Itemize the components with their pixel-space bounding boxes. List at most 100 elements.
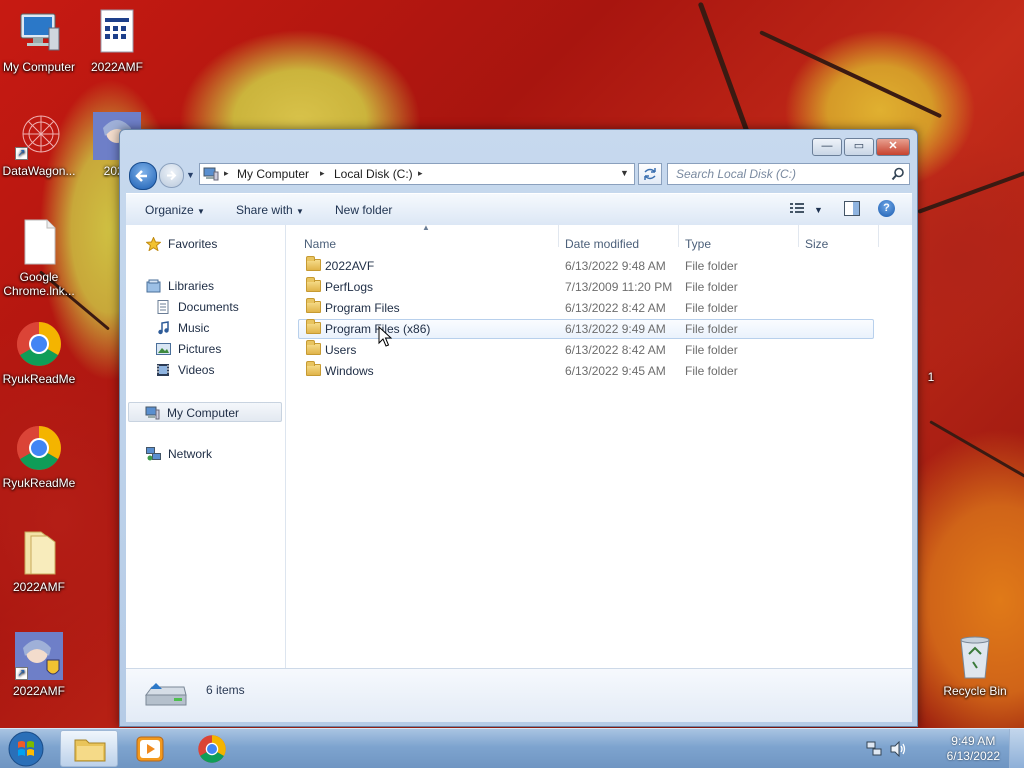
folder-icon	[306, 319, 321, 334]
recent-pages-dropdown-icon[interactable]: ▼	[186, 170, 195, 180]
explorer-window: — ▭ ✕ ▼ ▸ My Computer ▸ Local Disk (C:) …	[119, 129, 918, 727]
file-type: File folder	[685, 364, 738, 378]
system-clock[interactable]: 9:49 AM 6/13/2022	[947, 734, 1000, 764]
computer-icon	[203, 167, 219, 181]
refresh-button[interactable]	[638, 163, 662, 185]
start-button[interactable]	[6, 730, 46, 767]
desktop-icon-ryukreadme-2[interactable]: RyukReadMe	[0, 424, 78, 490]
desktop-icon-recycle-bin[interactable]: Recycle Bin	[936, 632, 1014, 698]
desktop-icon-my-computer[interactable]: My Computer	[0, 8, 78, 74]
new-folder-button[interactable]: New folder	[335, 203, 392, 217]
file-row[interactable]: Program Files 6/13/2022 8:42 AM File fol…	[298, 298, 874, 318]
media-player-icon	[136, 736, 164, 762]
file-type: File folder	[685, 343, 738, 357]
chevron-down-icon: ▼	[296, 207, 304, 216]
taskbar-explorer-button[interactable]	[60, 730, 118, 767]
navigation-pane: Favorites Libraries Documents Music Pict…	[126, 225, 286, 668]
nav-label: Favorites	[168, 237, 218, 251]
desktop-icon-label: 2022AMF	[12, 580, 66, 594]
column-divider[interactable]	[678, 225, 679, 247]
view-options-dropdown-icon[interactable]: ▼	[814, 205, 823, 215]
network-tray-icon[interactable]	[866, 741, 882, 757]
address-bar[interactable]: ▸ My Computer ▸ Local Disk (C:) ▸ ▼	[199, 163, 635, 185]
folder-icon	[306, 361, 321, 376]
back-button[interactable]	[129, 162, 157, 190]
desktop-icon-ryukreadme-1[interactable]: RyukReadMe	[0, 320, 78, 386]
column-header-type[interactable]: Type	[685, 237, 711, 251]
nav-label: Libraries	[168, 279, 215, 293]
column-header-row: ▲ Name Date modified Type Size	[286, 223, 912, 251]
desktop-icon-label: Recycle Bin	[943, 684, 1007, 698]
change-view-button[interactable]	[790, 202, 806, 218]
shortcut-arrow-icon: ↗	[15, 147, 28, 160]
close-button[interactable]: ✕	[876, 138, 910, 156]
maximize-button[interactable]: ▭	[844, 138, 874, 156]
file-list: ▲ Name Date modified Type Size 2022AVF 6…	[286, 223, 912, 668]
column-divider[interactable]	[558, 225, 559, 247]
column-header-size[interactable]: Size	[805, 237, 828, 251]
clock-date: 6/13/2022	[946, 749, 1000, 763]
recycle-bin-icon	[951, 632, 999, 680]
breadcrumb-separator[interactable]: ▸	[224, 168, 229, 179]
column-divider[interactable]	[798, 225, 799, 247]
forward-arrow-icon	[167, 170, 177, 181]
chrome-icon	[15, 424, 63, 472]
refresh-icon	[644, 168, 656, 180]
taskbar-chrome-button[interactable]	[184, 730, 242, 767]
nav-label: Pictures	[178, 342, 222, 356]
breadcrumb-local-disk[interactable]: Local Disk (C:)	[334, 167, 413, 181]
file-name: 2022AVF	[325, 259, 375, 273]
file-name: Program Files	[325, 301, 400, 315]
column-header-date[interactable]: Date modified	[565, 237, 639, 251]
forward-button[interactable]	[159, 163, 184, 188]
column-header-name[interactable]: Name	[304, 237, 336, 251]
star-icon	[146, 237, 161, 251]
file-row[interactable]: Windows 6/13/2022 9:45 AM File folder	[298, 361, 874, 381]
command-bar: Organize ▼ Share with ▼ New folder ▼ ?	[126, 193, 912, 226]
show-desktop-button[interactable]	[1009, 729, 1024, 768]
file-date: 6/13/2022 9:49 AM	[565, 322, 666, 336]
desktop-icon-2022amf-folder[interactable]: 2022AMF	[0, 528, 78, 594]
sort-ascending-icon: ▲	[422, 223, 430, 232]
anime-shortcut-icon: ↗	[15, 632, 63, 680]
item-count: 6 items	[206, 683, 245, 697]
share-with-button[interactable]: Share with ▼	[236, 203, 304, 217]
file-row[interactable]: 2022AVF 6/13/2022 9:48 AM File folder	[298, 256, 874, 276]
libraries-icon	[146, 279, 161, 293]
search-icon[interactable]	[891, 167, 905, 181]
address-dropdown-icon[interactable]: ▼	[620, 168, 629, 178]
folder-icon	[15, 528, 63, 576]
music-note-icon	[158, 321, 169, 335]
minimize-icon: —	[821, 140, 833, 152]
file-type: File folder	[685, 280, 738, 294]
shortcut-arrow-icon: ↗	[15, 667, 28, 680]
taskbar-media-player-button[interactable]	[122, 730, 180, 767]
file-type: File folder	[685, 259, 738, 273]
minimize-button[interactable]: —	[812, 138, 842, 156]
computer-icon	[145, 406, 160, 420]
back-arrow-icon	[135, 170, 147, 182]
file-name: Users	[325, 343, 357, 357]
maximize-icon: ▭	[853, 140, 865, 152]
file-date: 7/13/2009 11:20 PM	[565, 280, 673, 294]
breadcrumb-separator[interactable]: ▸	[320, 168, 325, 179]
volume-tray-icon[interactable]	[890, 741, 908, 757]
desktop-icon-2022amf-shortcut[interactable]: ↗ 2022AMF	[0, 632, 78, 698]
breadcrumb-my-computer[interactable]: My Computer	[237, 167, 309, 181]
hard-drive-icon	[145, 683, 187, 706]
desktop-icon-google-chrome-lnk[interactable]: Google Chrome.lnk...	[0, 218, 78, 298]
organize-button[interactable]: Organize ▼	[145, 203, 205, 217]
help-button[interactable]: ?	[878, 200, 895, 217]
desktop-icon-2022amf-document[interactable]: 2022AMF	[78, 8, 156, 74]
file-date: 6/13/2022 9:45 AM	[565, 364, 666, 378]
desktop-icon-datawagon[interactable]: ↗ DataWagon...	[0, 112, 78, 178]
column-divider[interactable]	[878, 225, 879, 247]
breadcrumb-separator[interactable]: ▸	[418, 168, 423, 179]
chevron-down-icon: ▼	[197, 207, 205, 216]
nav-my-computer[interactable]: My Computer	[128, 402, 282, 422]
file-row[interactable]: PerfLogs 7/13/2009 11:20 PM File folder	[298, 277, 874, 297]
preview-pane-button[interactable]	[844, 201, 860, 219]
search-input[interactable]: Search Local Disk (C:)	[667, 163, 910, 185]
search-placeholder: Search Local Disk (C:)	[676, 167, 797, 181]
file-type: File folder	[685, 301, 738, 315]
